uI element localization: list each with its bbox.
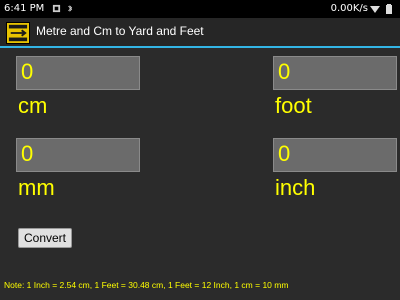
battery-icon: [386, 4, 392, 14]
bluetooth-icon: [68, 5, 73, 12]
status-bar: 6:41 PM 0.00K/s: [0, 0, 400, 18]
wifi-icon: [370, 6, 380, 13]
action-bar: Metre and Cm to Yard and Feet: [0, 18, 400, 48]
status-time: 6:41 PM: [4, 3, 45, 14]
mm-label: mm: [18, 175, 55, 200]
cm-input[interactable]: 0: [16, 56, 140, 90]
conversion-note: Note: 1 Inch = 2.54 cm, 1 Feet = 30.48 c…: [4, 280, 289, 290]
inch-label: inch: [275, 175, 316, 200]
ruler-conversion-icon: [6, 22, 30, 44]
notification-icon: [52, 4, 61, 13]
mm-input[interactable]: 0: [16, 138, 140, 172]
convert-button[interactable]: Convert: [18, 228, 72, 248]
inch-input[interactable]: 0: [273, 138, 397, 172]
foot-label: foot: [275, 93, 312, 118]
network-speed: 0.00K/s: [330, 3, 368, 14]
foot-input[interactable]: 0: [273, 56, 397, 90]
cm-label: cm: [18, 93, 48, 118]
app-title: Metre and Cm to Yard and Feet: [36, 24, 204, 38]
